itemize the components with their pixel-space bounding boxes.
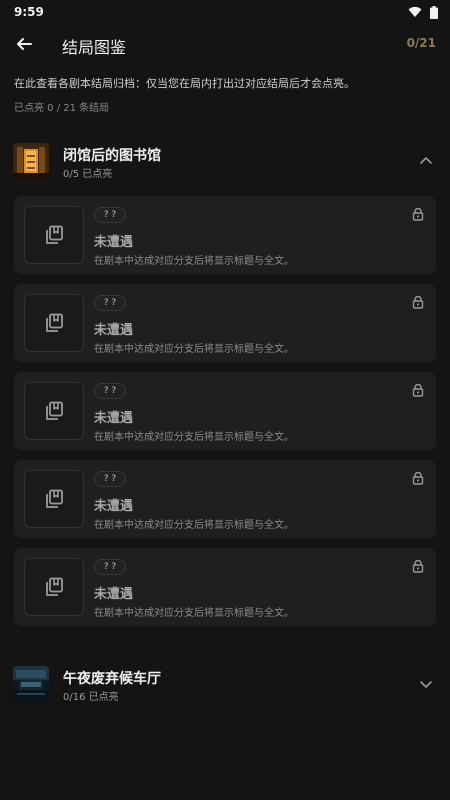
ending-title: 未遭遇 [94,235,134,250]
ending-placeholder [24,558,84,616]
ending-card[interactable]: ? ? 未遭遇 在剧本中达成对应分支后将显示标题与全文。 [14,548,436,626]
ending-badge: ? ? [94,207,126,223]
lock-icon [412,295,424,309]
bookmark-stack-icon [46,577,63,596]
ending-hint: 在剧本中达成对应分支后将显示标题与全文。 [94,432,294,443]
ending-title: 未遭遇 [94,323,134,338]
ending-card[interactable]: ? ? 未遭遇 在剧本中达成对应分支后将显示标题与全文。 [14,196,436,274]
section-header-waiting-hall[interactable]: 午夜废弃候车厅 0/16 已点亮 [0,666,450,710]
bookmark-stack-icon [46,225,63,244]
section-count: 0/5 已点亮 [63,169,113,180]
page-description: 在此查看各剧本结局归档：仅当您在局内打出过对应结局后才会点亮。 [14,77,355,90]
bookmark-stack-icon [46,489,63,508]
bookmark-stack-icon [46,401,63,420]
status-time: 9:59 [14,5,44,19]
ending-hint: 在剧本中达成对应分支后将显示标题与全文。 [94,608,294,619]
ending-hint: 在剧本中达成对应分支后将显示标题与全文。 [94,256,294,267]
ending-card[interactable]: ? ? 未遭遇 在剧本中达成对应分支后将显示标题与全文。 [14,460,436,538]
app-bar: 结局图鉴 0/21 [0,28,450,62]
page-title: 结局图鉴 [62,38,127,57]
back-button[interactable] [12,32,36,56]
ending-hint: 在剧本中达成对应分支后将显示标题与全文。 [94,344,294,355]
status-icons [408,5,438,19]
section-thumbnail [13,143,49,179]
lock-icon [412,383,424,397]
ending-card[interactable]: ? ? 未遭遇 在剧本中达成对应分支后将显示标题与全文。 [14,372,436,450]
ending-title: 未遭遇 [94,411,134,426]
section-header-library[interactable]: 闭馆后的图书馆 0/5 已点亮 [0,143,450,187]
ending-badge: ? ? [94,295,126,311]
arrow-left-icon [17,38,32,50]
section-name: 午夜废弃候车厅 [63,671,161,687]
ending-badge: ? ? [94,383,126,399]
ending-title: 未遭遇 [94,499,134,514]
status-bar: 9:59 [0,0,450,24]
section-count: 0/16 已点亮 [63,692,119,703]
lock-icon [412,559,424,573]
section-name: 闭馆后的图书馆 [63,148,161,164]
ending-placeholder [24,382,84,440]
ending-hint: 在剧本中达成对应分支后将显示标题与全文。 [94,520,294,531]
bookmark-stack-icon [46,313,63,332]
ending-placeholder [24,470,84,528]
endings-counter: 0/21 [406,36,436,50]
ending-card[interactable]: ? ? 未遭遇 在剧本中达成对应分支后将显示标题与全文。 [14,284,436,362]
battery-icon [430,5,438,19]
chevron-down-icon[interactable] [418,676,434,692]
wifi-icon [408,6,422,17]
ending-badge: ? ? [94,471,126,487]
lock-icon [412,207,424,221]
lit-summary: 已点亮 0 / 21 条结局 [14,103,110,114]
lock-icon [412,471,424,485]
chevron-up-icon[interactable] [418,153,434,169]
ending-title: 未遭遇 [94,587,134,602]
ending-placeholder [24,294,84,352]
ending-placeholder [24,206,84,264]
section-thumbnail [13,666,49,702]
ending-badge: ? ? [94,559,126,575]
